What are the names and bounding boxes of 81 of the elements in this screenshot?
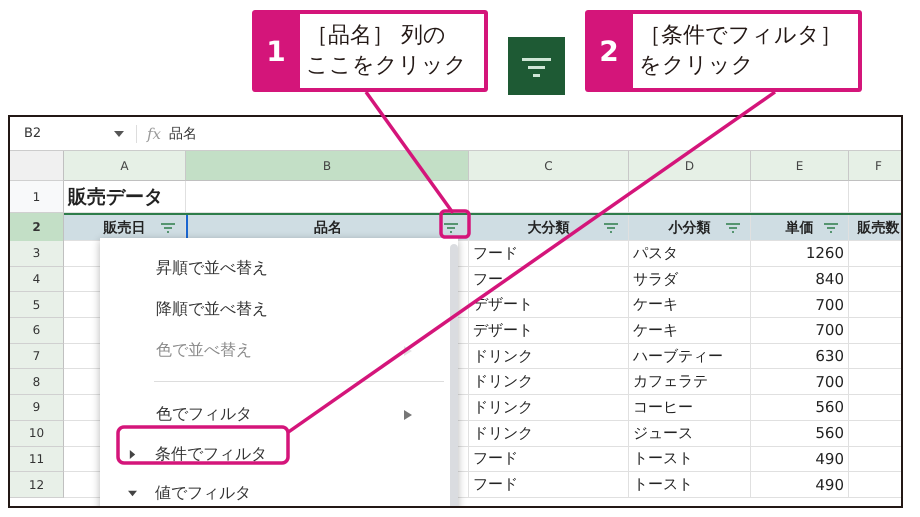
table-cell: ドリンク [473, 424, 533, 443]
menu-item[interactable]: 条件でフィルタ [100, 435, 442, 474]
table-cell: ハーブティー [633, 346, 723, 366]
row-number[interactable]: 10 [10, 420, 64, 446]
column-heading: 小分類 [668, 218, 710, 236]
filter-icon[interactable] [604, 223, 618, 233]
menu-item[interactable]: 色でフィルタ [100, 394, 442, 435]
table-cell: ケーキ [633, 320, 678, 340]
row-number[interactable]: 6 [10, 318, 64, 344]
table-cell: サラダ [633, 270, 678, 289]
callout-text: ［品名］ 列の [306, 22, 447, 50]
caret-icon[interactable] [114, 130, 124, 136]
filter-icon [508, 37, 565, 95]
column-header[interactable]: F [849, 151, 901, 181]
row-number[interactable]: 11 [10, 446, 64, 472]
column-heading: 販売数 [858, 218, 900, 236]
table-cell: 700 [815, 296, 844, 314]
row-number[interactable]: 7 [10, 344, 64, 370]
row-number[interactable]: 4 [10, 266, 64, 292]
row-number[interactable]: 5 [10, 292, 64, 318]
table-cell: 700 [815, 321, 844, 340]
table-cell: 840 [815, 270, 844, 288]
scrollbar[interactable] [450, 244, 458, 506]
column-heading: 単価 [786, 218, 814, 236]
table-cell: 490 [815, 476, 844, 494]
table-cell: コーヒー [633, 398, 693, 417]
column-heading: 販売日 [104, 218, 146, 236]
table-cell: フード [473, 244, 518, 263]
table-cell: トースト [633, 449, 693, 468]
table-cell: ジュース [633, 424, 693, 443]
row-number[interactable]: 2 [10, 213, 64, 242]
table-cell: トースト [633, 475, 693, 494]
column-header[interactable]: C [469, 151, 629, 181]
table-cell: パスタ [633, 244, 678, 263]
table-cell: 560 [815, 424, 844, 442]
table-cell: ドリンク [473, 372, 533, 392]
row-number[interactable]: 3 [10, 241, 64, 267]
row-number[interactable]: 8 [10, 369, 64, 396]
formula-text[interactable]: 品名 [169, 124, 198, 142]
table-cell: ドリンク [473, 398, 533, 417]
step-number: 1 [265, 34, 287, 70]
row-number[interactable]: 9 [10, 395, 64, 421]
expand-triangle-icon [128, 489, 137, 498]
table-cell: 1260 [806, 244, 844, 262]
submenu-arrow-icon [404, 346, 412, 356]
table-cell: ケーキ [633, 295, 678, 314]
table-cell: デザート [473, 320, 533, 340]
menu-item[interactable]: 昇順で並べ替え [100, 248, 442, 289]
table-cell: 販売データ [64, 181, 186, 213]
column-header[interactable]: B [186, 151, 469, 181]
highlight-frame [439, 209, 471, 239]
filter-icon[interactable] [824, 223, 838, 233]
column-header[interactable]: D [629, 151, 751, 181]
row-number[interactable]: 12 [10, 472, 64, 498]
menu-item[interactable]: 降順で並べ替え [100, 289, 442, 330]
table-cell: 560 [815, 398, 844, 416]
callout-text: をクリック [639, 52, 755, 80]
submenu-arrow-icon [404, 410, 412, 420]
column-header[interactable]: A [64, 151, 186, 181]
table-cell: フード [473, 475, 518, 494]
menu-item[interactable]: 値でフィルタ [100, 474, 442, 506]
step-number: 2 [598, 34, 620, 70]
fx-label: fx [136, 124, 170, 142]
column-heading: 大分類 [528, 218, 570, 236]
table-cell: 700 [815, 372, 844, 391]
callout-text: ［条件でフィルタ］ [639, 22, 843, 50]
filter-icon[interactable] [726, 223, 740, 233]
filter-icon[interactable] [161, 223, 175, 233]
table-cell: ドリンク [473, 346, 533, 366]
table-cell: 490 [815, 450, 844, 468]
column-heading: 品名 [314, 218, 342, 236]
table-cell: 630 [815, 347, 844, 366]
expand-triangle-icon [128, 450, 137, 459]
filter-icon[interactable] [444, 223, 458, 233]
row-number[interactable]: 1 [10, 181, 64, 213]
column-header[interactable]: E [751, 151, 849, 181]
table-cell: カフェラテ [633, 372, 708, 392]
callout-text: ここをクリック [306, 52, 468, 80]
table-cell: フー [473, 270, 503, 289]
table-cell: フード [473, 449, 518, 468]
cell-reference[interactable]: B2 [10, 126, 114, 141]
